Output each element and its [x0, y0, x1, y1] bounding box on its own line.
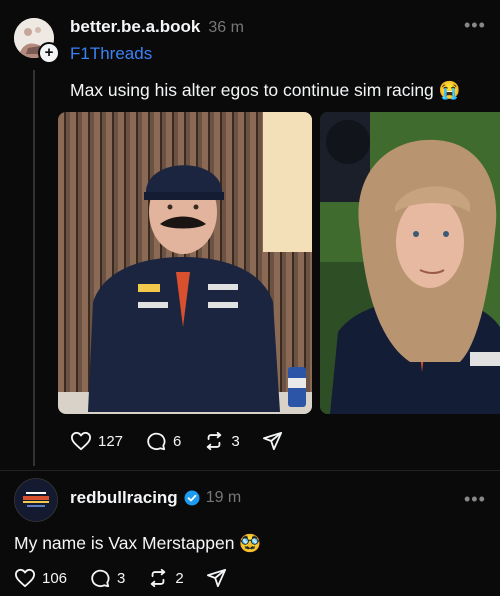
- heart-icon: [15, 568, 35, 588]
- ellipsis-icon[interactable]: •••: [464, 15, 486, 36]
- username[interactable]: redbullracing: [70, 488, 178, 508]
- repost-button[interactable]: 3: [203, 431, 240, 451]
- comment-icon: [147, 432, 166, 451]
- verified-badge-icon: [184, 490, 200, 506]
- repost-icon: [207, 431, 222, 451]
- like-count: 127: [98, 432, 124, 450]
- ellipsis-icon[interactable]: •••: [464, 489, 486, 510]
- send-icon: [262, 431, 282, 451]
- share-button[interactable]: [206, 568, 228, 588]
- repost-count: 2: [175, 569, 184, 587]
- post-image-2[interactable]: [320, 112, 500, 414]
- like-button[interactable]: 106: [14, 568, 67, 588]
- username[interactable]: better.be.a.book: [70, 17, 200, 37]
- timestamp: 19 m: [205, 489, 242, 506]
- photo-max-mustache: [58, 112, 312, 414]
- post-text: Max using his alter egos to continue sim…: [70, 80, 461, 100]
- author-avatar[interactable]: [14, 478, 58, 522]
- post-header: better.be.a.book 36 m: [70, 17, 244, 37]
- post-image-1[interactable]: [58, 112, 312, 414]
- redbull-logo-icon: [15, 479, 57, 521]
- thread-line: [33, 70, 35, 466]
- post-actions: 106 3 2: [14, 568, 250, 588]
- heart-icon: [71, 431, 91, 451]
- comment-button[interactable]: 6: [145, 431, 181, 451]
- photo-max-wig: [320, 112, 500, 414]
- timestamp: 36 m: [208, 19, 244, 36]
- comment-count: 6: [173, 432, 182, 450]
- repost-count: 3: [231, 432, 240, 450]
- post-text: My name is Vax Merstappen 🥸: [14, 533, 262, 553]
- post-header: redbullracing 19 m: [70, 488, 241, 508]
- comment-button[interactable]: 3: [89, 568, 125, 588]
- send-icon: [206, 568, 226, 588]
- post-2: redbullracing 19 m ••• My name is Vax Me…: [0, 472, 500, 596]
- repost-icon: [151, 568, 166, 588]
- repost-button[interactable]: 2: [147, 568, 184, 588]
- like-count: 106: [42, 569, 68, 587]
- comment-icon: [91, 569, 110, 588]
- comment-count: 3: [117, 569, 126, 587]
- post-1: + better.be.a.book 36 m F1Threads ••• Ma…: [0, 0, 500, 470]
- post-divider: [0, 470, 500, 471]
- feed-link[interactable]: F1Threads: [70, 44, 152, 64]
- post-actions: 127 6 3: [70, 431, 306, 451]
- share-button[interactable]: [262, 431, 284, 451]
- like-button[interactable]: 127: [70, 431, 123, 451]
- follow-plus-icon[interactable]: +: [38, 42, 60, 64]
